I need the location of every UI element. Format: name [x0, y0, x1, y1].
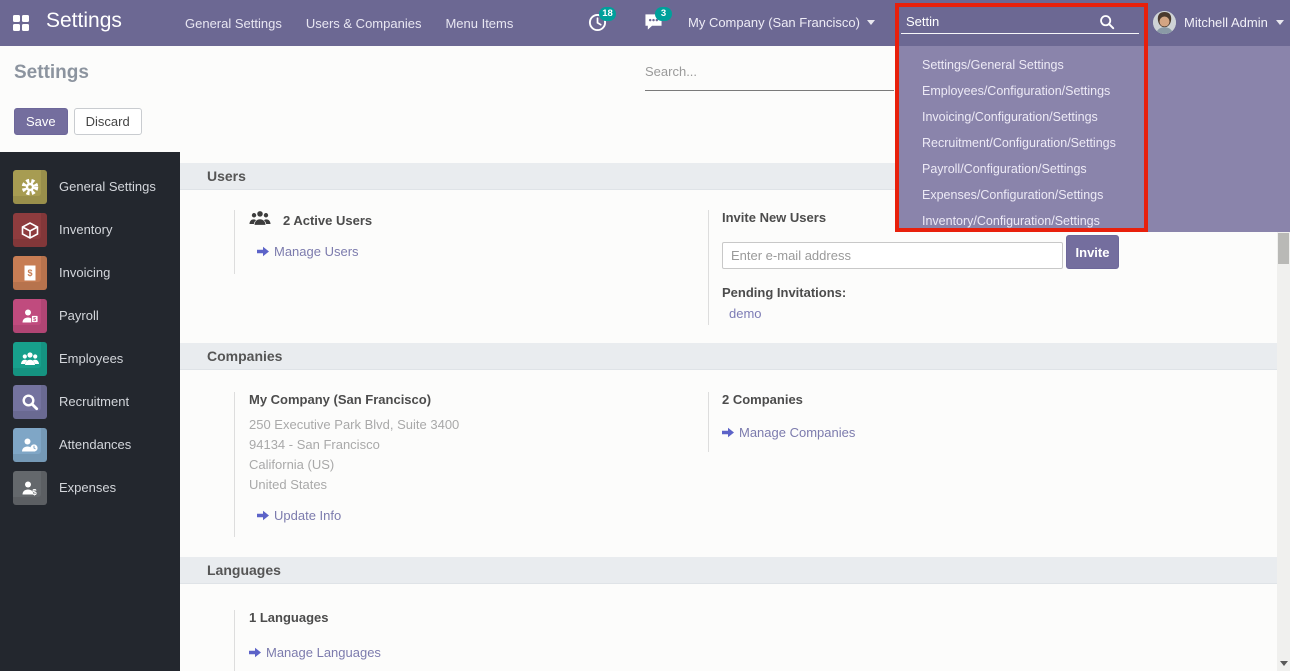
company-switcher-label: My Company (San Francisco): [688, 15, 860, 30]
search-result-item[interactable]: Payroll/Configuration/Settings: [898, 156, 1290, 182]
user-menu[interactable]: Mitchell Admin: [1153, 11, 1284, 34]
invite-email-field[interactable]: [722, 242, 1063, 269]
messages-count-badge: 3: [655, 7, 672, 21]
manage-languages-link[interactable]: Manage Languages: [249, 645, 708, 660]
update-info-link[interactable]: Update Info: [249, 508, 708, 523]
arrow-right-icon: [257, 510, 269, 521]
sidebar-item-attendances[interactable]: Attendances: [0, 423, 180, 466]
chevron-down-icon: [867, 20, 875, 25]
sidebar-item-label: Attendances: [59, 437, 131, 452]
content-search-input[interactable]: Search...: [645, 64, 697, 79]
manage-companies-label: Manage Companies: [739, 425, 855, 440]
sidebar-item-employees[interactable]: Employees: [0, 337, 180, 380]
sidebar-item-expenses[interactable]: $ Expenses: [0, 466, 180, 509]
company-address-line: 250 Executive Park Blvd, Suite 3400: [249, 415, 708, 435]
company-address-line: United States: [249, 475, 708, 495]
top-menu: General Settings Users & Companies Menu …: [185, 0, 513, 46]
arrow-right-icon: [257, 246, 269, 257]
arrow-right-icon: [249, 647, 261, 658]
menu-users-companies[interactable]: Users & Companies: [306, 16, 422, 31]
search-icon[interactable]: [1099, 14, 1115, 35]
sidebar-item-recruitment[interactable]: Recruitment: [0, 380, 180, 423]
search-result-item[interactable]: Inventory/Configuration/Settings: [898, 208, 1290, 234]
gear-icon: [13, 170, 47, 204]
company-address-line: 94134 - San Francisco: [249, 435, 708, 455]
search-results-dropdown: Settings/General Settings Employees/Conf…: [898, 46, 1290, 232]
update-info-label: Update Info: [274, 508, 341, 523]
page-title: Settings: [14, 62, 89, 84]
pending-invitation-user[interactable]: demo: [722, 306, 1123, 321]
sidebar-item-label: Invoicing: [59, 265, 110, 280]
messages-chat-icon[interactable]: 3: [644, 13, 663, 36]
active-users-box: 2 Active Users Manage Users: [234, 210, 708, 274]
attendance-person-clock-icon: [13, 428, 47, 462]
active-users-count: 2 Active Users: [283, 213, 372, 228]
app-brand-title[interactable]: Settings: [46, 9, 122, 33]
pending-invitations-label: Pending Invitations:: [722, 285, 1123, 300]
sidebar-item-payroll[interactable]: $ Payroll: [0, 294, 180, 337]
employees-group-icon: [13, 342, 47, 376]
menu-general-settings[interactable]: General Settings: [185, 16, 282, 31]
svg-text:$: $: [27, 268, 32, 278]
sidebar-item-invoicing[interactable]: $ Invoicing: [0, 251, 180, 294]
search-result-item[interactable]: Recruitment/Configuration/Settings: [898, 130, 1290, 156]
chevron-down-icon: [1276, 20, 1284, 25]
scrollbar-thumb[interactable]: [1278, 233, 1289, 264]
arrow-right-icon: [722, 427, 734, 438]
company-name: My Company (San Francisco): [249, 392, 708, 407]
scrollbar-down-arrow-icon[interactable]: [1280, 661, 1288, 666]
menu-menu-items[interactable]: Menu Items: [445, 16, 513, 31]
languages-box: 1 Languages Manage Languages: [234, 610, 708, 671]
invite-button[interactable]: Invite: [1066, 235, 1119, 269]
payroll-person-icon: $: [13, 299, 47, 333]
sidebar-item-label: Expenses: [59, 480, 116, 495]
manage-users-label: Manage Users: [274, 244, 359, 259]
header-buttons: Save Discard: [14, 108, 142, 135]
invoice-document-icon: $: [13, 256, 47, 290]
top-navbar: Settings General Settings Users & Compan…: [0, 0, 1290, 46]
recruitment-magnifier-icon: [13, 385, 47, 419]
topbar-search-input[interactable]: Settin: [906, 14, 939, 29]
apps-grid-icon[interactable]: [13, 15, 29, 31]
svg-text:$: $: [33, 317, 36, 323]
manage-languages-label: Manage Languages: [266, 645, 381, 660]
content-search-underline: [645, 90, 894, 91]
activities-clock-icon[interactable]: 18: [588, 13, 607, 37]
sidebar-item-label: Inventory: [59, 222, 112, 237]
sidebar-item-label: Recruitment: [59, 394, 129, 409]
manage-users-link[interactable]: Manage Users: [249, 244, 708, 259]
activities-count-badge: 18: [599, 7, 616, 21]
section-header-companies: Companies: [180, 343, 1277, 370]
languages-count: 1 Languages: [249, 610, 708, 625]
section-header-languages: Languages: [180, 557, 1277, 584]
vertical-scrollbar[interactable]: [1277, 232, 1290, 671]
users-group-icon: [249, 210, 271, 231]
save-button[interactable]: Save: [14, 108, 68, 135]
odoo-settings-screen: Settings General Settings Users & Compan…: [0, 0, 1290, 671]
search-result-item[interactable]: Expenses/Configuration/Settings: [898, 182, 1290, 208]
companies-count-box: 2 Companies Manage Companies: [708, 392, 1123, 452]
sidebar-item-label: Payroll: [59, 308, 99, 323]
company-info-box: My Company (San Francisco) 250 Executive…: [234, 392, 708, 537]
companies-count: 2 Companies: [722, 392, 1123, 407]
sidebar-item-inventory[interactable]: Inventory: [0, 208, 180, 251]
discard-button[interactable]: Discard: [74, 108, 142, 135]
sidebar-item-label: Employees: [59, 351, 123, 366]
user-menu-label: Mitchell Admin: [1184, 15, 1268, 30]
sidebar-item-general-settings[interactable]: General Settings: [0, 165, 180, 208]
user-avatar: [1153, 11, 1176, 34]
search-result-item[interactable]: Employees/Configuration/Settings: [898, 78, 1290, 104]
search-result-item[interactable]: Settings/General Settings: [898, 52, 1290, 78]
svg-text:$: $: [32, 488, 37, 497]
expenses-person-dollar-icon: $: [13, 471, 47, 505]
search-result-item[interactable]: Invoicing/Configuration/Settings: [898, 104, 1290, 130]
manage-companies-link[interactable]: Manage Companies: [722, 425, 1123, 440]
inventory-box-icon: [13, 213, 47, 247]
sidebar-item-label: General Settings: [59, 179, 156, 194]
settings-sidebar: General Settings Inventory $ Invoicing $…: [0, 152, 180, 671]
company-switcher[interactable]: My Company (San Francisco): [688, 15, 875, 30]
company-address-line: California (US): [249, 455, 708, 475]
